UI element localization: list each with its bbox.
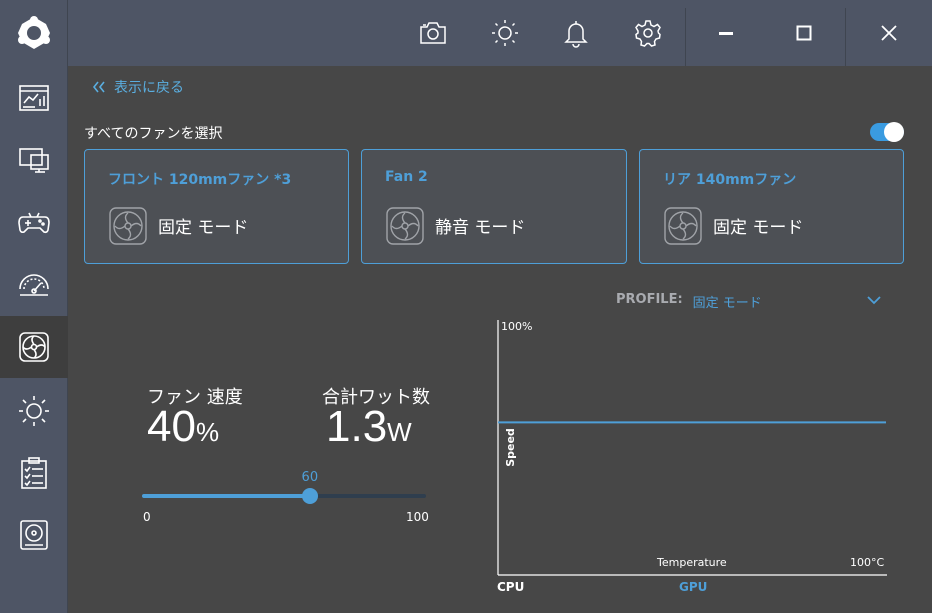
- slider-max-label: 100: [406, 510, 429, 524]
- minimize-button[interactable]: [686, 0, 766, 66]
- close-icon: [881, 25, 897, 41]
- slider-value-label: 60: [301, 470, 319, 485]
- dashboard-icon: [19, 85, 49, 111]
- fan-card-mode: 静音 モード: [435, 218, 526, 238]
- y-top-label: 100%: [501, 320, 533, 333]
- nav-dashboard[interactable]: [0, 67, 68, 129]
- fan-card-title: フロント 120mmファン *3: [108, 172, 292, 188]
- select-all-label: すべてのファンを選択: [84, 126, 223, 142]
- fan-icon: [386, 207, 424, 245]
- fan-speed-unit: %: [195, 417, 220, 447]
- monitor-icon: [19, 148, 49, 173]
- nav-storage[interactable]: [0, 504, 68, 566]
- nav-performance[interactable]: [0, 253, 68, 315]
- brightness-icon: [19, 396, 49, 426]
- app-logo[interactable]: [0, 0, 68, 66]
- toggle-knob: [884, 122, 904, 142]
- profile-selector[interactable]: PROFILE: 固定 モード: [616, 292, 762, 311]
- nav-fan[interactable]: [0, 316, 68, 378]
- fan-card-title: Fan 2: [385, 169, 428, 185]
- fan-card-rear[interactable]: リア 140mmファン 固定 モード: [639, 149, 904, 264]
- fan-card-title: リア 140mmファン: [663, 172, 797, 188]
- brightness-button[interactable]: [485, 13, 525, 53]
- gauge-icon: [19, 274, 49, 296]
- sidebar: [0, 0, 68, 613]
- chevron-down-icon[interactable]: [866, 292, 882, 308]
- disk-icon: [20, 520, 48, 550]
- notifications-button[interactable]: [556, 13, 596, 53]
- logo-icon: [18, 16, 50, 49]
- brightness-icon: [492, 20, 518, 46]
- fan-card-front[interactable]: フロント 120mmファン *3 固定 モード: [84, 149, 349, 264]
- fan-icon: [664, 207, 702, 245]
- slider-thumb[interactable]: [301, 488, 318, 504]
- profile-label: PROFILE:: [616, 292, 683, 307]
- fan-card-fan2[interactable]: Fan 2 静音 モード: [361, 149, 627, 264]
- y-axis-label: Speed: [503, 428, 517, 467]
- gear-icon: [635, 20, 661, 47]
- settings-button[interactable]: [628, 13, 668, 53]
- camera-icon: [420, 22, 446, 44]
- minimize-icon: [719, 32, 733, 35]
- back-link[interactable]: 表示に戻る: [92, 77, 184, 97]
- fan-icon: [19, 332, 49, 362]
- double-chevron-left-icon: [92, 81, 105, 93]
- nav-monitor[interactable]: [0, 129, 68, 191]
- fan-speed-slider[interactable]: [142, 494, 426, 498]
- fan-card-mode: 固定 モード: [713, 218, 804, 238]
- profile-value: 固定 モード: [692, 296, 762, 311]
- maximize-icon: [796, 25, 812, 41]
- maximize-button[interactable]: [764, 0, 844, 66]
- fan-curve-chart[interactable]: [497, 320, 887, 576]
- close-button[interactable]: [846, 0, 932, 66]
- fan-speed-value: 40%: [147, 402, 219, 452]
- bell-icon: [564, 21, 588, 48]
- back-link-label: 表示に戻る: [114, 80, 184, 96]
- watt-unit: W: [387, 417, 412, 447]
- nav-lighting[interactable]: [0, 380, 68, 442]
- slider-fill: [142, 494, 310, 498]
- gamepad-icon: [18, 212, 50, 234]
- clipboard-icon: [21, 457, 47, 489]
- top-bar: [68, 0, 932, 66]
- nav-tasks[interactable]: [0, 442, 68, 504]
- fan-icon: [109, 207, 147, 245]
- fan-speed-number: 40: [147, 402, 196, 451]
- select-all-toggle[interactable]: [870, 122, 904, 142]
- watt-number: 1.3: [326, 402, 388, 451]
- fan-card-mode: 固定 モード: [158, 218, 249, 238]
- watt-value: 1.3W: [326, 402, 412, 452]
- slider-min-label: 0: [143, 510, 151, 524]
- app-window: 表示に戻る すべてのファンを選択 フロント 120mmファン *3 固定 モード…: [0, 0, 932, 613]
- tab-cpu[interactable]: CPU: [497, 580, 524, 594]
- x-max-label: 100°C: [850, 556, 885, 569]
- nav-gaming[interactable]: [0, 191, 68, 253]
- screenshot-button[interactable]: [413, 13, 453, 53]
- tab-gpu[interactable]: GPU: [679, 580, 707, 594]
- x-axis-label: Temperature: [657, 556, 727, 569]
